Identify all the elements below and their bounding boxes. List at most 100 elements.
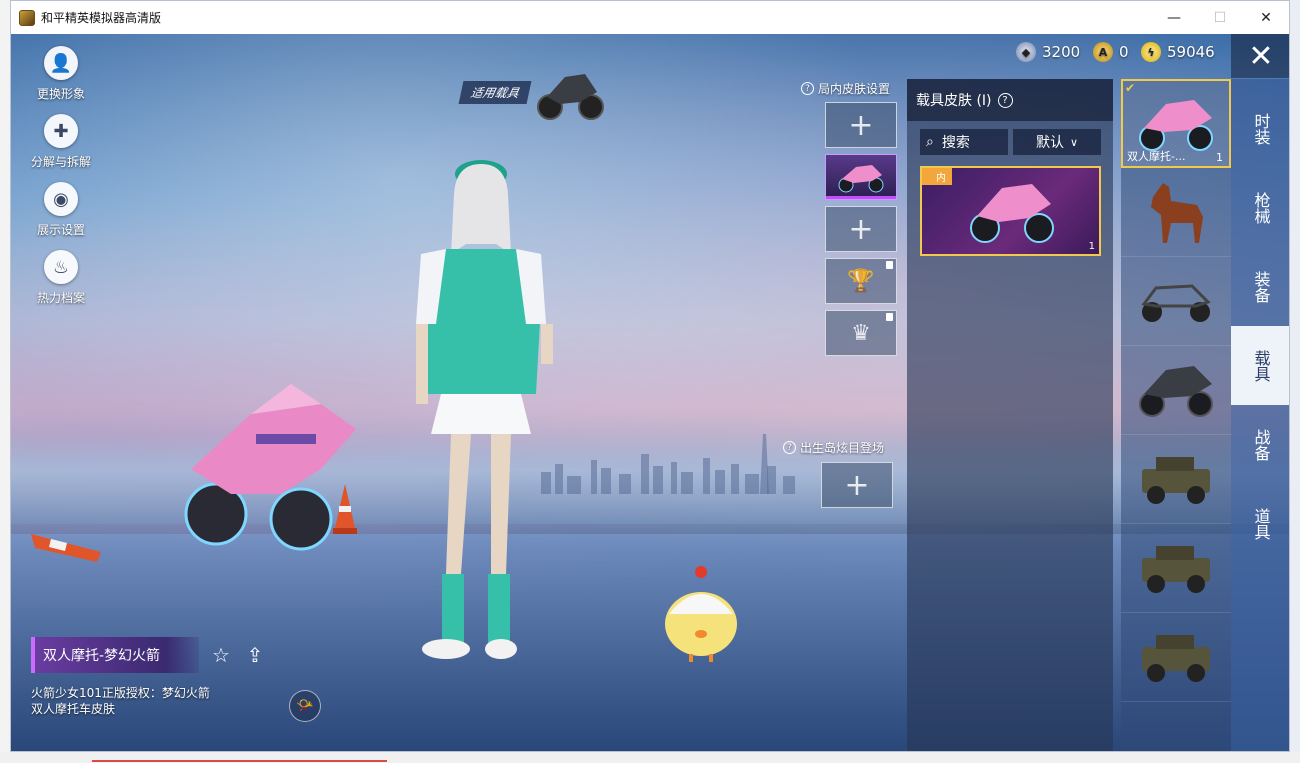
horn-button[interactable]: 📯 bbox=[289, 690, 321, 722]
in-match-badge: 内 bbox=[922, 168, 952, 185]
vehicle-type-list: ✔ 双人摩托-... 1 bbox=[1121, 79, 1231, 751]
lock-icon bbox=[886, 261, 893, 269]
lightning-currency: ϟ 59046 bbox=[1141, 42, 1215, 62]
tab-props[interactable]: 道具 bbox=[1231, 484, 1289, 563]
chevron-down-icon: ∨ bbox=[1069, 135, 1079, 149]
share-icon[interactable]: ⇪ bbox=[243, 643, 267, 667]
horse-icon bbox=[1151, 183, 1203, 243]
tab-label: 载具 bbox=[1251, 349, 1271, 382]
vehicle-item-pink-motorcycle[interactable]: ✔ 双人摩托-... 1 bbox=[1121, 79, 1231, 168]
tab-weapons[interactable]: 枪械 bbox=[1231, 168, 1289, 247]
gold-token-icon: A bbox=[1093, 42, 1113, 62]
puzzle-icon: ✚ bbox=[44, 114, 78, 148]
help-icon[interactable]: ? bbox=[997, 92, 1013, 108]
heat-profile-button[interactable]: ♨ 热力档案 bbox=[21, 250, 101, 318]
eye-icon: ◉ bbox=[44, 182, 78, 216]
birth-island-slot[interactable]: + bbox=[821, 462, 893, 508]
vehicle-item-jeep[interactable] bbox=[1121, 435, 1231, 524]
skin-card-pink-motorcycle[interactable]: 内 1 bbox=[920, 166, 1101, 256]
person-icon: 👤 bbox=[44, 46, 78, 80]
vehicle-skin-panel: 载具皮肤 (I) ? ⌕ 搜索 默认 ∨ 内 1 bbox=[907, 79, 1113, 751]
emulator-window: 和平精英模拟器高清版 — ☐ ✕ 👤 更换形象 ✚ 分解与拆解 ◉ 展示设置 ♨… bbox=[10, 0, 1290, 752]
motorcycle-icon bbox=[537, 74, 605, 120]
tab-battle-prep[interactable]: 战备 bbox=[1231, 405, 1289, 484]
search-label: 搜索 bbox=[941, 135, 970, 151]
skin-slot-locked-crown[interactable]: ♛ bbox=[825, 310, 897, 356]
pink-motorcycle-icon bbox=[1139, 99, 1213, 151]
maximize-button[interactable]: ☐ bbox=[1197, 1, 1243, 34]
help-icon: ? bbox=[783, 441, 796, 454]
tab-label: 时装 bbox=[1251, 112, 1271, 145]
tab-vehicles[interactable]: 载具 bbox=[1231, 326, 1289, 405]
skin-count: 1 bbox=[1088, 241, 1095, 252]
tab-label: 战备 bbox=[1251, 428, 1271, 461]
app-logo-icon bbox=[19, 9, 35, 26]
sort-dropdown[interactable]: 默认 ∨ bbox=[1013, 129, 1101, 155]
lock-icon bbox=[886, 313, 893, 321]
item-name: 双人摩托-梦幻火箭 bbox=[31, 637, 199, 673]
vehicle-item-buggy[interactable] bbox=[1121, 257, 1231, 346]
applied-vehicle[interactable]: 适用载具 bbox=[458, 62, 605, 122]
birth-island-title[interactable]: ? 出生岛炫目登场 bbox=[783, 439, 884, 456]
desktop-red-line bbox=[92, 760, 387, 762]
fallen-traffic-cone bbox=[31, 534, 101, 562]
display-settings-button[interactable]: ◉ 展示设置 bbox=[21, 182, 101, 250]
decompose-button[interactable]: ✚ 分解与拆解 bbox=[21, 114, 101, 182]
silver-currency: ◆ 3200 bbox=[1016, 42, 1080, 62]
sort-label: 默认 bbox=[1035, 135, 1064, 151]
favorite-star-icon[interactable]: ☆ bbox=[209, 643, 233, 667]
in-match-skin-label: 局内皮肤设置 bbox=[818, 82, 891, 96]
gold-token-value: 0 bbox=[1119, 43, 1129, 61]
crown-icon: ♛ bbox=[851, 320, 871, 346]
change-appearance-label: 更换形象 bbox=[36, 87, 85, 101]
minimize-button[interactable]: — bbox=[1151, 1, 1197, 34]
in-match-skin-title[interactable]: ? 局内皮肤设置 bbox=[801, 80, 890, 97]
jeep-icon bbox=[1142, 546, 1210, 593]
jeep-icon bbox=[1142, 457, 1210, 504]
change-appearance-button[interactable]: 👤 更换形象 bbox=[21, 46, 101, 114]
skin-search-input[interactable]: ⌕ 搜索 bbox=[920, 129, 1008, 155]
tab-fashion[interactable]: 时装 bbox=[1231, 89, 1289, 168]
skin-slot-empty[interactable]: + bbox=[825, 102, 897, 148]
skin-slot-pink-motorcycle[interactable] bbox=[825, 154, 897, 200]
vehicle-item-jeep[interactable] bbox=[1121, 524, 1231, 613]
birth-island-label: 出生岛炫目登场 bbox=[800, 441, 885, 455]
buggy-icon bbox=[1141, 284, 1211, 322]
vehicle-count: 1 bbox=[1216, 151, 1223, 164]
jeep-icon bbox=[1142, 635, 1210, 682]
window-controls: — ☐ ✕ bbox=[1151, 1, 1289, 34]
desktop-background bbox=[0, 0, 10, 763]
pink-motorcycle-icon bbox=[838, 165, 884, 193]
heat-profile-label: 热力档案 bbox=[36, 291, 85, 305]
vehicle-item-motorcycle[interactable] bbox=[1121, 346, 1231, 435]
flame-icon: ♨ bbox=[44, 250, 78, 284]
silver-coin-icon: ◆ bbox=[1016, 42, 1036, 62]
category-tabs: 时装 枪械 装备 载具 战备 道具 bbox=[1231, 79, 1289, 751]
display-settings-label: 展示设置 bbox=[36, 223, 85, 237]
close-window-button[interactable]: ✕ bbox=[1243, 1, 1289, 34]
applied-vehicle-label: 适用载具 bbox=[458, 80, 532, 104]
vehicle-item-jeep[interactable] bbox=[1121, 613, 1231, 702]
tab-equipment[interactable]: 装备 bbox=[1231, 247, 1289, 326]
skin-panel-header: 载具皮肤 (I) ? bbox=[907, 79, 1113, 121]
search-sort-row: ⌕ 搜索 默认 ∨ bbox=[920, 129, 1113, 155]
help-icon: ? bbox=[801, 82, 814, 95]
silver-currency-value: 3200 bbox=[1042, 43, 1081, 61]
skin-panel-title: 载具皮肤 (I) bbox=[916, 93, 992, 109]
item-description: 火箭少女101正版授权：梦幻火箭双人摩托车皮肤 bbox=[31, 686, 210, 716]
pink-motorcycle-icon bbox=[970, 184, 1054, 243]
tab-label: 枪械 bbox=[1251, 191, 1271, 224]
gold-token-currency: A 0 bbox=[1093, 42, 1129, 62]
tab-label: 道具 bbox=[1251, 507, 1271, 540]
trophy-icon: 🏆 bbox=[847, 268, 875, 294]
search-icon: ⌕ bbox=[926, 134, 934, 150]
vehicle-item-horse[interactable] bbox=[1121, 168, 1231, 257]
game-viewport: 👤 更换形象 ✚ 分解与拆解 ◉ 展示设置 ♨ 热力档案 适用载具 ◆ 3200… bbox=[11, 34, 1289, 751]
decompose-label: 分解与拆解 bbox=[30, 155, 91, 169]
skin-slot-locked-trophy[interactable]: 🏆 bbox=[825, 258, 897, 304]
check-icon: ✔ bbox=[1125, 81, 1136, 95]
skin-slot-empty[interactable]: + bbox=[825, 206, 897, 252]
window-title: 和平精英模拟器高清版 bbox=[41, 11, 162, 25]
close-wardrobe-button[interactable]: ✕ bbox=[1231, 34, 1289, 78]
lightning-coin-icon: ϟ bbox=[1141, 42, 1161, 62]
